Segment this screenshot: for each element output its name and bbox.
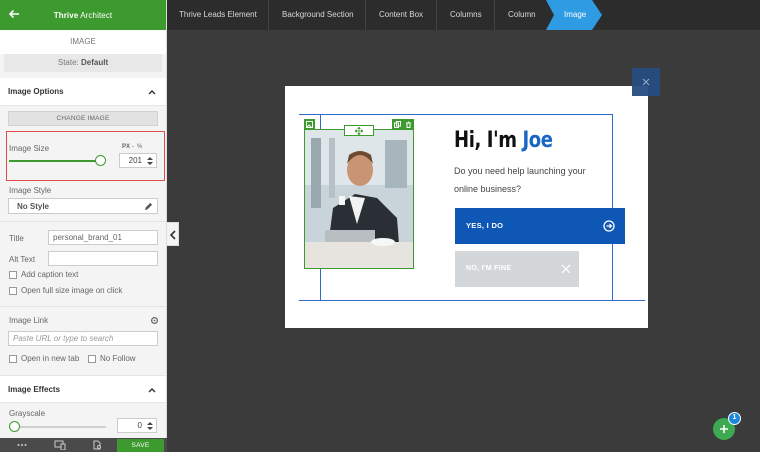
image-options-title: Image Options [8,87,64,96]
drag-handle[interactable] [344,125,374,136]
image-icon [306,121,313,128]
state-value: Default [81,58,109,67]
open-new-tab-checkbox[interactable] [9,355,17,363]
no-follow-checkbox[interactable] [88,355,96,363]
unit-px[interactable]: PX [122,144,130,150]
collapse-sidebar-button[interactable] [167,222,179,246]
column-guide [612,114,613,300]
breadcrumb-separator [365,0,366,30]
popup-heading[interactable]: Hi, I'm Joe [454,128,553,153]
change-image-button[interactable]: CHANGE IMAGE [8,111,158,126]
title-input[interactable]: personal_brand_01 [48,230,158,245]
image-style-label: Image Style [9,186,52,195]
chevron-up-icon[interactable] [147,385,157,395]
add-caption-checkbox[interactable] [9,271,17,279]
column-guide [299,114,613,115]
chevron-up-icon[interactable] [147,87,157,97]
move-icon [355,127,363,135]
image-size-label: Image Size [9,144,50,153]
brand-bold: Thrive [53,10,79,20]
save-button[interactable]: SAVE [117,439,164,452]
yes-button[interactable]: YES, I DO [455,208,625,244]
column-guide [299,300,645,301]
stepper-arrows-icon[interactable] [147,422,153,430]
image-options-header[interactable]: Image Options [0,78,166,106]
image-link-label: Image Link [9,316,49,325]
grayscale-value: 0 [137,421,142,430]
image-style-select[interactable]: No Style [8,198,158,214]
divider [0,306,166,307]
image-style-value: No Style [17,202,50,211]
duplicate-icon[interactable] [394,121,401,128]
breadcrumb-item[interactable]: Columns [450,0,482,30]
alt-text-input[interactable] [48,251,158,266]
image-effects-title: Image Effects [8,385,61,394]
brand-light: Architect [78,10,113,20]
plus-icon [720,425,728,433]
image-effects-header[interactable]: Image Effects [0,375,166,403]
back-arrow-icon[interactable] [8,8,20,20]
divider [0,221,166,222]
image-settings-handle[interactable] [304,119,315,130]
sidebar-header: Thrive Architect [0,0,166,30]
pencil-icon[interactable] [144,202,153,211]
breadcrumb-separator [494,0,495,30]
close-icon [561,264,571,274]
no-button-label: NO, I'M FINE [466,265,512,272]
image-size-input[interactable]: 201 [119,153,157,168]
page-settings-icon[interactable] [92,440,102,450]
image-size-slider-handle[interactable] [95,155,106,166]
element-actions [392,119,414,130]
body-text-line[interactable]: Do you need help launching your [454,166,586,176]
title-label: Title [9,234,24,243]
trash-icon[interactable] [405,121,412,128]
breadcrumb-separator [436,0,437,30]
more-dots-icon[interactable] [17,442,27,448]
stepper-arrows-icon[interactable] [147,157,153,165]
open-full-size-checkbox[interactable] [9,287,17,295]
no-follow-label: No Follow [100,354,136,363]
breadcrumb-separator [268,0,269,30]
chevron-left-icon [169,230,176,240]
app-brand: Thrive Architect [0,11,166,20]
close-icon [642,78,650,86]
person-image[interactable] [304,129,414,269]
grayscale-input[interactable]: 0 [117,418,157,433]
heading-prefix: Hi, I'm [454,128,523,153]
grayscale-slider-handle[interactable] [9,421,20,432]
breadcrumb-item[interactable]: Background Section [282,0,354,30]
portrait-image [305,130,413,268]
state-label: State: [57,58,79,67]
grayscale-slider-track[interactable] [14,426,106,428]
body-text-line[interactable]: online business? [454,184,521,194]
responsive-devices-icon[interactable] [54,440,66,450]
breadcrumb-item[interactable]: Thrive Leads Element [179,0,257,30]
unit-percent[interactable]: % [137,144,142,150]
yes-button-label: YES, I DO [466,221,504,230]
breadcrumb-active-label: Image [564,10,587,19]
state-selector[interactable]: State: Default [4,54,162,72]
breadcrumb-item[interactable]: Content Box [379,0,423,30]
image-size-slider-track[interactable] [9,160,99,162]
image-size-value: 201 [128,156,142,165]
grayscale-label: Grayscale [9,409,46,418]
open-new-tab-label: Open in new tab [21,354,80,363]
element-name: IMAGE [0,30,166,54]
alt-text-label: Alt Text [9,255,36,264]
gear-icon[interactable] [150,316,159,325]
open-full-size-label: Open full size image on click [21,286,123,295]
sidebar: Thrive Architect IMAGE State: Default Im… [0,0,167,452]
add-caption-label: Add caption text [21,270,79,279]
no-button[interactable]: NO, I'M FINE [455,251,579,287]
popup-close-button[interactable] [632,68,660,96]
unit-separator: - [132,144,134,150]
notification-badge: 1 [728,412,741,425]
breadcrumb-item[interactable]: Column [508,0,536,30]
heading-name: Joe [522,128,553,153]
image-link-input[interactable]: Paste URL or type to search [8,331,158,346]
arrow-circle-right-icon [603,220,615,232]
